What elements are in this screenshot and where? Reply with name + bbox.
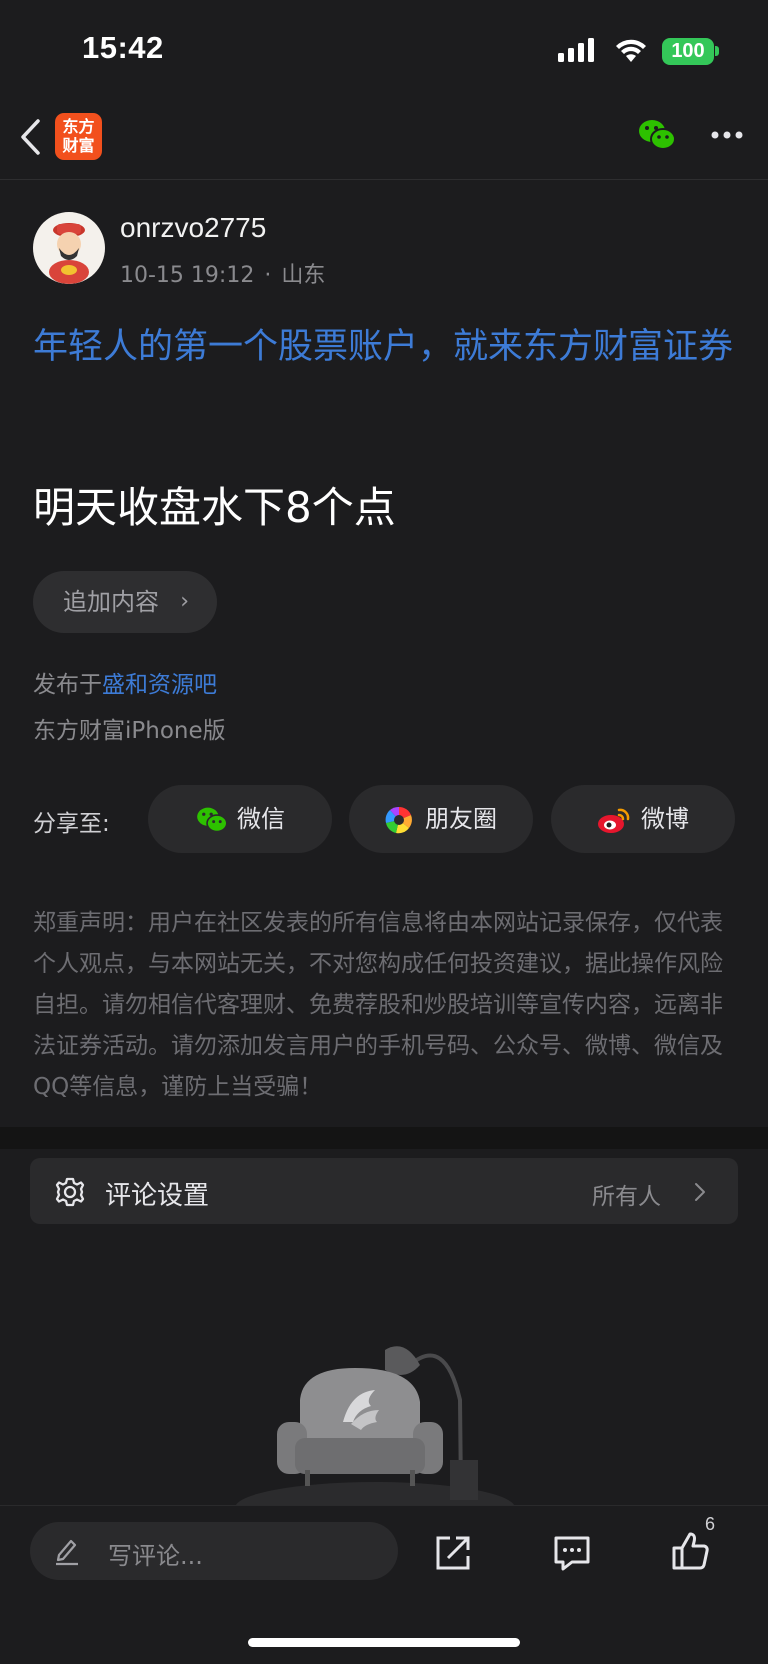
post-meta: 10-15 19:12 · 山东 [120, 263, 326, 288]
battery-nub [715, 46, 719, 56]
cellular-signal-icon [558, 38, 594, 62]
post-content: 明天收盘水下8个点 [33, 483, 396, 532]
gear-icon [55, 1177, 85, 1207]
weibo-icon [598, 808, 630, 833]
comment-input[interactable] [30, 1522, 398, 1580]
home-indicator[interactable] [248, 1638, 520, 1647]
like-thumb-icon[interactable] [670, 1530, 712, 1572]
ad-banner-text[interactable]: 年轻人的第一个股票账户，就来东方财富证券 [33, 320, 743, 375]
battery-indicator: 100 [662, 38, 714, 65]
pencil-icon [56, 1539, 78, 1566]
add-content-button[interactable]: 追加内容 › [33, 571, 217, 633]
comment-placeholder: 写评论... [108, 1542, 203, 1570]
disclaimer-text: 郑重声明：用户在社区发表的所有信息将由本网站记录保存，仅代表个人观点，与本网站无… [33, 910, 723, 1100]
share-weibo-label: 微博 [641, 805, 689, 833]
more-options-icon[interactable] [710, 130, 744, 140]
eastmoney-logo[interactable]: 东方 财富 [55, 113, 102, 160]
share-moments-label: 朋友圈 [425, 805, 497, 833]
wechat-share-icon[interactable] [638, 118, 676, 152]
add-content-label: 追加内容 [63, 588, 159, 616]
post-datetime: 10-15 19:12 [120, 263, 255, 288]
like-count: 6 [705, 1514, 716, 1534]
comment-settings-label: 评论设置 [105, 1181, 210, 1211]
chevron-right-icon [695, 1183, 705, 1201]
back-arrow-icon[interactable] [18, 118, 42, 156]
comment-icon[interactable] [552, 1534, 592, 1572]
wifi-icon [616, 39, 646, 62]
wechat-icon [197, 807, 228, 833]
stock-bar-link[interactable]: 盛和资源吧 [102, 672, 217, 698]
user-avatar[interactable] [33, 212, 105, 284]
post-device: 东方财富iPhone版 [33, 718, 226, 744]
share-icon[interactable] [434, 1534, 472, 1572]
nav-divider [0, 179, 768, 180]
post-location: 山东 [281, 263, 326, 288]
share-wechat-button[interactable]: 微信 [148, 785, 332, 853]
status-time: 15:42 [82, 30, 164, 65]
empty-comments-illustration [235, 1346, 515, 1510]
comment-settings-value: 所有人 [592, 1184, 661, 1210]
moments-icon [385, 806, 412, 834]
username[interactable]: onrzvo2775 [120, 212, 266, 244]
share-moments-button[interactable]: 朋友圈 [349, 785, 533, 853]
section-divider [0, 1127, 768, 1149]
posted-in: 发布于盛和资源吧 [33, 672, 217, 698]
share-label: 分享至: [33, 811, 110, 837]
chevron-right-icon: › [180, 589, 189, 614]
share-wechat-label: 微信 [237, 805, 285, 833]
share-weibo-button[interactable]: 微博 [551, 785, 735, 853]
